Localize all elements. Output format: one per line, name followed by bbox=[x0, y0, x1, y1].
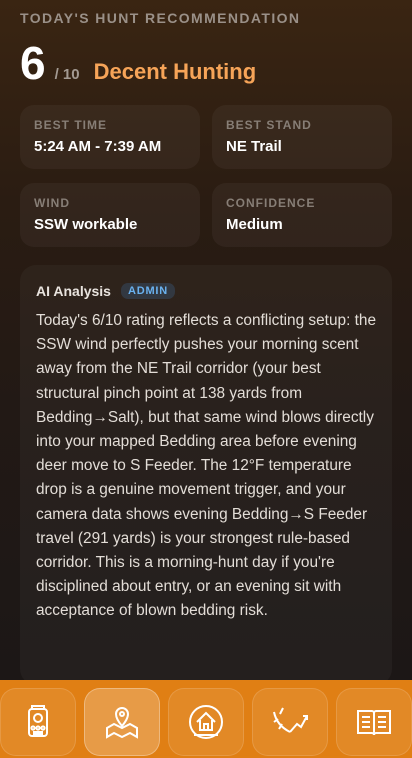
stat-label: CONFIDENCE bbox=[226, 196, 316, 210]
nav-map[interactable] bbox=[84, 688, 160, 756]
nav-journal[interactable] bbox=[336, 688, 412, 756]
stat-value: Medium bbox=[226, 216, 283, 233]
stat-value: SSW workable bbox=[34, 216, 138, 233]
stat-best-stand: BEST STAND NE Trail bbox=[212, 105, 392, 169]
nav-stand[interactable] bbox=[168, 688, 244, 756]
hunt-recommendation-card: TODAY'S HUNT RECOMMENDATION 6 / 10 Decen… bbox=[0, 0, 412, 680]
admin-badge: ADMIN bbox=[120, 283, 176, 299]
stat-wind: WIND SSW workable bbox=[20, 183, 200, 247]
antler-trend-icon bbox=[273, 707, 308, 733]
analysis-body: Today's 6/10 rating reflects a conflicti… bbox=[36, 312, 377, 620]
rating-label: Decent Hunting bbox=[93, 59, 257, 84]
nav-trail-camera[interactable] bbox=[0, 688, 76, 756]
map-pin-icon bbox=[106, 707, 138, 739]
trail-camera-icon bbox=[28, 705, 48, 737]
stat-best-time: BEST TIME 5:24 AM - 7:39 AM bbox=[20, 105, 200, 169]
bottom-nav bbox=[0, 680, 412, 758]
stat-value: 5:24 AM - 7:39 AM bbox=[34, 138, 162, 155]
stat-confidence: CONFIDENCE Medium bbox=[212, 183, 392, 247]
nav-trends[interactable] bbox=[252, 688, 328, 756]
score-scale: / 10 bbox=[54, 66, 80, 83]
stat-label: BEST STAND bbox=[226, 118, 312, 132]
analysis-title: AI Analysis bbox=[36, 283, 111, 299]
home-stand-icon bbox=[189, 705, 223, 739]
hunt-score: 6 bbox=[20, 37, 46, 89]
stat-value: NE Trail bbox=[226, 138, 282, 155]
open-book-icon bbox=[357, 710, 391, 736]
ai-analysis-panel: AI Analysis ADMIN Today's 6/10 rating re… bbox=[20, 265, 392, 680]
stat-label: WIND bbox=[34, 196, 70, 210]
stat-label: BEST TIME bbox=[34, 118, 108, 132]
section-kicker: TODAY'S HUNT RECOMMENDATION bbox=[20, 10, 301, 26]
analysis-header: AI Analysis ADMIN bbox=[36, 283, 376, 299]
score-row: 6 / 10 Decent Hunting bbox=[20, 40, 256, 86]
